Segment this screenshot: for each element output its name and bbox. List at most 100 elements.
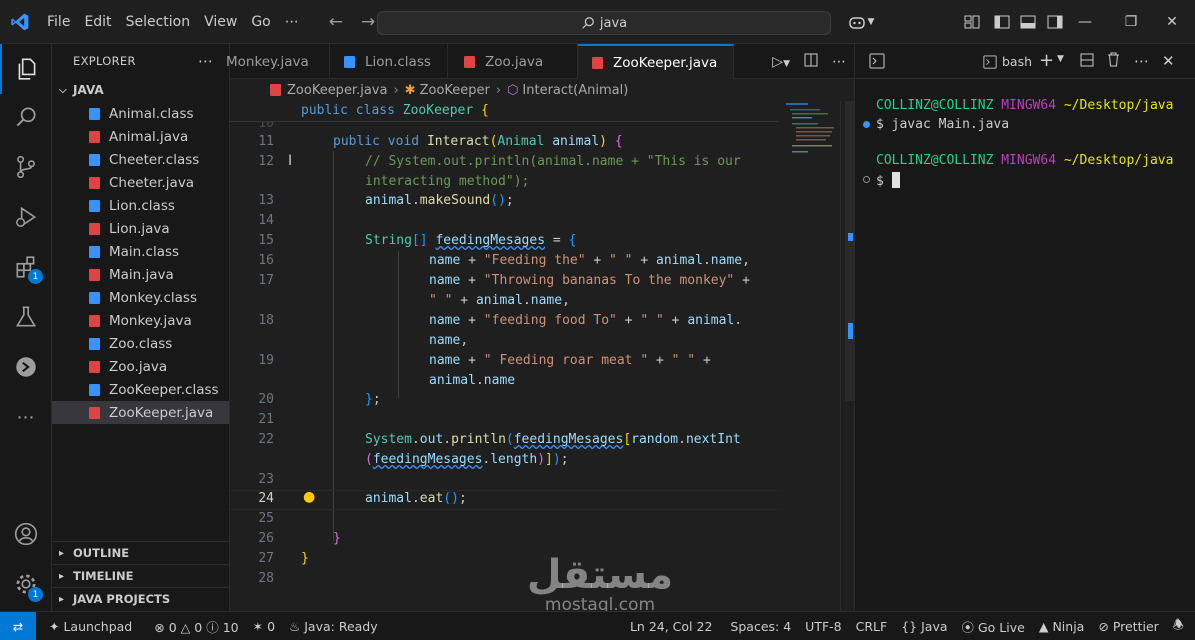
vertical-scrollbar[interactable]: [840, 101, 854, 611]
explorer-file-item[interactable]: Animal.java: [52, 125, 229, 148]
back-arrow-icon[interactable]: ←: [320, 12, 352, 32]
section-java-projects[interactable]: ▸ JAVA PROJECTS: [52, 587, 230, 610]
java-file-icon: [89, 130, 100, 143]
title-bar: File Edit Selection View Go ⋯ ← → java ▼…: [0, 0, 1195, 44]
explorer-icon[interactable]: [0, 44, 52, 94]
code-line-22-wrap: (feedingMesages.length)]);: [365, 452, 569, 467]
search-icon[interactable]: [0, 92, 52, 142]
ninja-item[interactable]: ▲ Ninja: [1032, 619, 1092, 634]
language-mode[interactable]: {} Java: [894, 619, 954, 634]
source-control-icon[interactable]: [0, 142, 52, 192]
restore-icon[interactable]: ❐: [1108, 0, 1154, 44]
breadcrumb-class[interactable]: ZooKeeper: [420, 83, 490, 98]
prettier-item[interactable]: ⊘ Prettier: [1091, 619, 1165, 634]
command-success-dot[interactable]: [863, 121, 870, 128]
sticky-scroll[interactable]: 3 public class ZooKeeper {: [230, 101, 778, 122]
explorer-file-item[interactable]: Monkey.class: [52, 286, 229, 309]
menu-view[interactable]: View: [197, 0, 244, 44]
file-label: Zoo.java: [109, 358, 168, 375]
tab-monkey-java[interactable]: Monkey.java: [226, 44, 330, 79]
line-ending[interactable]: CRLF: [849, 619, 895, 634]
explorer-file-item[interactable]: ZooKeeper.java: [52, 401, 229, 424]
minimap[interactable]: [782, 101, 840, 611]
chevron-down-icon[interactable]: ▼: [1057, 54, 1064, 64]
text-cursor-icon: I: [288, 153, 293, 169]
scrollbar-thumb[interactable]: [845, 101, 854, 401]
split-terminal-icon[interactable]: [1080, 53, 1094, 71]
run-debug-icon[interactable]: [0, 192, 52, 242]
launchpad-item[interactable]: ✦ Launchpad: [42, 619, 139, 634]
tab-lion-class[interactable]: Lion.class: [330, 44, 448, 79]
more-icon[interactable]: ⋯: [0, 392, 52, 442]
folder-label: JAVA: [73, 83, 104, 97]
ports-item[interactable]: ✶ 0: [246, 619, 282, 634]
breadcrumb-method[interactable]: Interact(Animal): [522, 83, 628, 98]
close-panel-icon[interactable]: ✕: [1162, 52, 1175, 70]
extensions-badge: 1: [28, 269, 43, 284]
folder-java[interactable]: ⌵ JAVA: [52, 78, 229, 102]
indentation[interactable]: Spaces: 4: [723, 619, 798, 634]
lightbulb-icon[interactable]: ●: [303, 489, 315, 505]
explorer-file-item[interactable]: Monkey.java: [52, 309, 229, 332]
minimize-icon[interactable]: —: [1062, 0, 1108, 44]
run-icon[interactable]: ▷▼: [772, 54, 790, 70]
terminal-prompt: $: [876, 174, 884, 189]
terminal-input-line[interactable]: $: [876, 172, 900, 189]
remote-explorer-icon[interactable]: [0, 342, 52, 392]
explorer-file-item[interactable]: Cheeter.java: [52, 171, 229, 194]
cursor-position[interactable]: Ln 24, Col 22: [623, 619, 719, 634]
code-editor[interactable]: 3 public class ZooKeeper { 1011121314151…: [230, 101, 840, 611]
menu-file[interactable]: File: [40, 0, 77, 44]
customize-layout-icon[interactable]: [957, 0, 987, 44]
new-terminal-plus-icon[interactable]: +: [1039, 50, 1054, 71]
notifications-bell-icon[interactable]: 🕭: [1166, 616, 1191, 637]
terminal-path: ~/Desktop/java: [1063, 153, 1174, 168]
explorer-file-item[interactable]: Lion.java: [52, 217, 229, 240]
explorer-file-item[interactable]: Zoo.java: [52, 355, 229, 378]
code-line-19: name + " Feeding roar meat " + " " +: [429, 353, 711, 368]
menu-edit[interactable]: Edit: [77, 0, 118, 44]
more-actions-icon[interactable]: ⋯: [1134, 52, 1149, 70]
editor-actions: ▷▼ ⋯: [772, 44, 846, 79]
explorer-file-item[interactable]: Zoo.class: [52, 332, 229, 355]
explorer-file-item[interactable]: Animal.class: [52, 102, 229, 125]
accounts-icon[interactable]: [0, 509, 52, 559]
extensions-icon[interactable]: 1: [0, 242, 52, 292]
testing-icon[interactable]: [0, 292, 52, 342]
tab-zookeeper-java[interactable]: ZooKeeper.java: [578, 44, 734, 79]
problems-item[interactable]: ⊗ 0 △ 0 ⓘ 10: [147, 617, 245, 636]
more-actions-icon[interactable]: ⋯: [198, 52, 213, 70]
file-label: Lion.class: [109, 197, 175, 214]
terminal-bash-icon: [983, 54, 997, 69]
breadcrumb-file[interactable]: ZooKeeper.java: [287, 83, 387, 98]
section-outline[interactable]: ▸ OUTLINE: [52, 541, 230, 564]
go-live-item[interactable]: ⦿ Go Live: [955, 617, 1032, 636]
tab-zoo-java[interactable]: Zoo.java: [448, 44, 578, 79]
explorer-file-item[interactable]: ZooKeeper.class: [52, 378, 229, 401]
breadcrumb: ZooKeeper.java › ✱ ZooKeeper › ⬡ Interac…: [230, 79, 854, 101]
menu-more[interactable]: ⋯: [278, 0, 306, 44]
copilot-icon[interactable]: ▼: [838, 0, 884, 44]
explorer-file-item[interactable]: Lion.class: [52, 194, 229, 217]
line-number: 18: [258, 313, 274, 328]
terminal-icon[interactable]: [869, 53, 885, 73]
explorer-file-item[interactable]: Main.class: [52, 240, 229, 263]
menu-go[interactable]: Go: [244, 0, 277, 44]
terminal-prompt-line-1: COLLINZ@COLLINZ MINGW64 ~/Desktop/java: [876, 98, 1173, 113]
more-actions-icon[interactable]: ⋯: [832, 54, 846, 70]
menu-selection[interactable]: Selection: [119, 0, 198, 44]
java-status-item[interactable]: ♨ Java: Ready: [282, 619, 385, 634]
explorer-file-item[interactable]: Cheeter.class: [52, 148, 229, 171]
split-editor-icon[interactable]: [804, 53, 818, 71]
encoding[interactable]: UTF-8: [798, 619, 848, 634]
command-center-search[interactable]: java: [377, 11, 831, 35]
settings-gear-icon[interactable]: 1: [0, 559, 52, 609]
command-pending-dot[interactable]: [863, 176, 870, 183]
close-icon[interactable]: ✕: [1149, 0, 1195, 44]
section-timeline[interactable]: ▸ TIMELINE: [52, 564, 230, 587]
trash-icon[interactable]: [1107, 52, 1120, 71]
terminal-shell-selector[interactable]: bash: [983, 54, 1032, 69]
toggle-panel-icon[interactable]: [1013, 0, 1043, 44]
remote-indicator-icon[interactable]: ⇄: [0, 611, 36, 640]
explorer-file-item[interactable]: Main.java: [52, 263, 229, 286]
